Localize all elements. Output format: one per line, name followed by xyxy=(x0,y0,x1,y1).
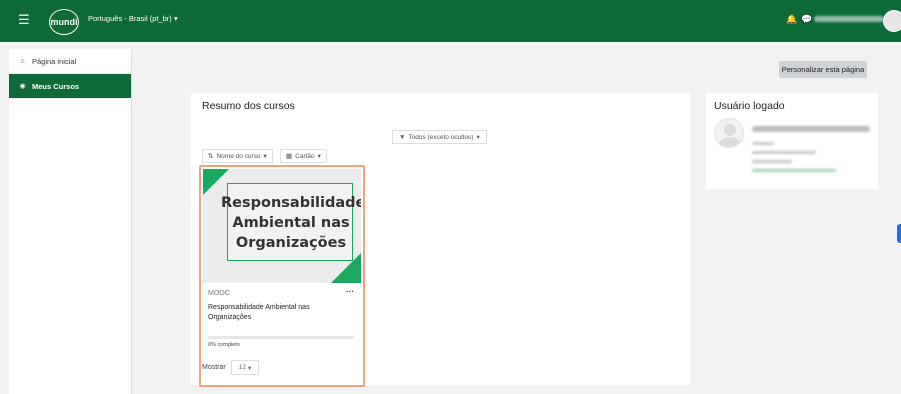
user-fullname-blurred[interactable] xyxy=(752,126,870,132)
sort-label: Nome do curso xyxy=(216,152,261,160)
sidebar-item-home[interactable]: ⌂ Página inicial xyxy=(9,49,131,74)
show-count-value: 12 xyxy=(238,364,246,371)
top-navbar: ☰ mundi Português - Brasil (pt_br) ▾ 🔔 💬 xyxy=(0,0,901,42)
side-drawer-toggle[interactable] xyxy=(897,224,901,243)
course-view-dropdown[interactable]: ▦ Cartão ▾ xyxy=(280,149,327,163)
logged-user-block: Usuário logado xyxy=(706,93,878,189)
progress-label: 0% completo xyxy=(208,342,240,348)
course-image-title: Responsabilidade Ambiental nas Organizaç… xyxy=(221,195,361,251)
chevron-down-icon: ▾ xyxy=(476,134,480,141)
user-detail-blurred xyxy=(752,142,774,145)
logo-text: mundi xyxy=(50,17,78,27)
grid-icon: ▦ xyxy=(286,153,293,160)
courses-icon: ◉ xyxy=(19,83,26,90)
course-card-image[interactable]: Responsabilidade Ambiental nas Organizaç… xyxy=(203,169,361,283)
course-progress-bar xyxy=(208,336,354,339)
chevron-down-icon: ▾ xyxy=(263,153,267,160)
bell-icon[interactable]: 🔔 xyxy=(786,14,797,25)
course-overview-title: Resumo dos cursos xyxy=(202,100,295,112)
show-count-label: Mostrar xyxy=(202,364,226,371)
view-label: Cartão xyxy=(295,152,315,160)
chevron-down-icon: ▾ xyxy=(317,153,321,160)
logged-user-title: Usuário logado xyxy=(714,100,785,112)
user-avatar-top[interactable] xyxy=(883,10,901,32)
user-name-blurred[interactable] xyxy=(814,16,884,22)
user-detail-blurred xyxy=(752,151,816,154)
mundi-logo[interactable]: mundi xyxy=(49,9,79,35)
course-actions-menu-icon[interactable]: ··· xyxy=(346,287,354,296)
course-filter-dropdown[interactable]: ▼ Todos (exceto ocultos) ▾ xyxy=(392,130,487,144)
sidebar-item-label: Meus Cursos xyxy=(32,81,80,91)
user-email-blurred[interactable] xyxy=(752,169,836,172)
sort-icon: ⇅ xyxy=(208,153,214,160)
sidebar-item-label: Página inicial xyxy=(32,56,77,66)
filter-label: Todos (exceto ocultos) xyxy=(408,133,474,141)
course-sort-dropdown[interactable]: ⇅ Nome do curso ▾ xyxy=(202,149,273,163)
home-icon: ⌂ xyxy=(20,57,25,65)
sidebar-item-my-courses[interactable]: ◉ Meus Cursos xyxy=(9,74,131,99)
personalize-page-button[interactable]: Personalizar esta página xyxy=(779,61,867,78)
user-avatar-icon xyxy=(714,118,744,148)
filter-icon: ▼ xyxy=(399,133,406,141)
user-detail-blurred xyxy=(752,160,792,163)
chat-icon[interactable]: 💬 xyxy=(801,14,812,25)
green-corner-decoration xyxy=(203,169,229,195)
language-selector[interactable]: Português - Brasil (pt_br) ▾ xyxy=(88,14,178,23)
chevron-down-icon: ▾ xyxy=(247,364,252,372)
course-name-link[interactable]: Responsabilidade Ambiental nas Organizaç… xyxy=(208,303,353,323)
hamburger-menu-icon[interactable]: ☰ xyxy=(18,13,30,27)
left-sidebar: ⌂ Página inicial ◉ Meus Cursos xyxy=(9,49,132,394)
show-count-select[interactable]: 12 ▾ xyxy=(231,360,259,375)
course-category: MOOC xyxy=(208,290,230,297)
course-card[interactable]: Responsabilidade Ambiental nas Organizaç… xyxy=(199,165,365,387)
